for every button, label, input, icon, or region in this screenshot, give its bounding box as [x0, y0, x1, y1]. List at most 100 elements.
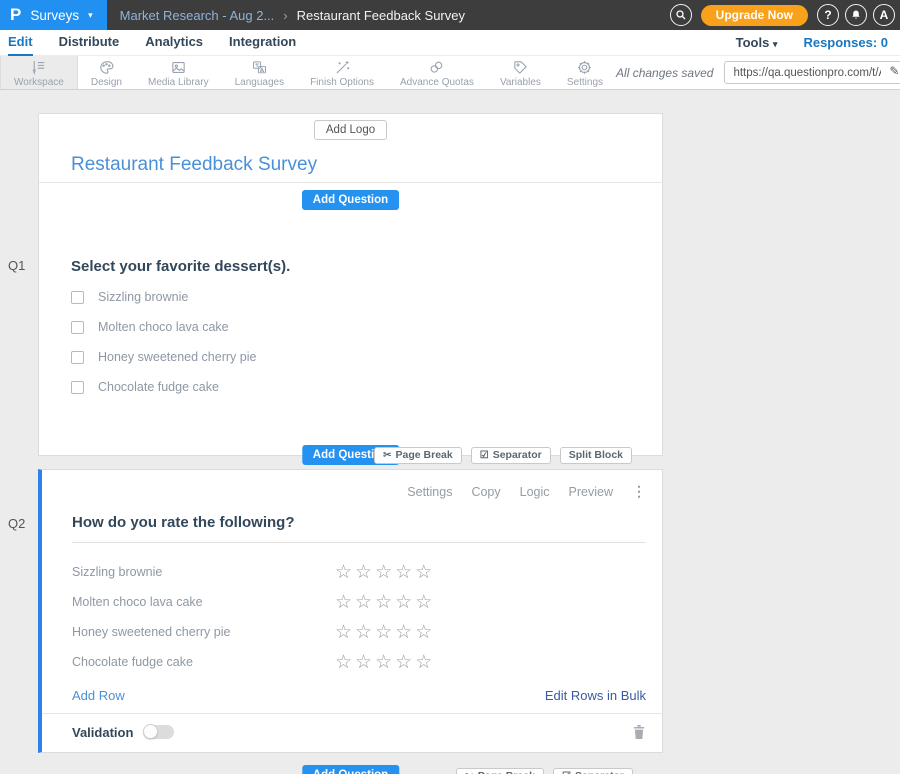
split-block-button[interactable]: Split Block	[560, 447, 632, 464]
toggle-knob	[143, 724, 158, 739]
rating-row: Molten choco lava cake ☆☆☆☆☆	[72, 587, 662, 617]
checkbox-icon[interactable]	[71, 351, 84, 364]
star-icon: ☆	[355, 563, 372, 582]
toolbar-right: All changes saved ✎ Preview	[616, 56, 900, 89]
account-avatar[interactable]: A	[873, 4, 895, 26]
add-row-link[interactable]: Add Row	[72, 688, 125, 703]
validation-label: Validation	[72, 725, 133, 740]
page-break-button[interactable]: ✂Page Break	[374, 447, 462, 464]
upgrade-now-button[interactable]: Upgrade Now	[701, 5, 808, 26]
star-icon: ☆	[375, 653, 392, 672]
toolbar-item-settings[interactable]: Settings	[554, 56, 616, 89]
separator-check-icon: ☑	[480, 450, 489, 461]
q1-option-row[interactable]: Chocolate fudge cake	[71, 372, 662, 402]
star-icon: ☆	[415, 593, 432, 612]
star-rating[interactable]: ☆☆☆☆☆	[335, 563, 432, 582]
q2-block-selected: Settings Copy Logic Preview ⋮ How do you…	[38, 469, 663, 753]
notifications-button[interactable]	[845, 4, 867, 26]
toolbar-item-languages[interactable]: Languages	[222, 56, 298, 89]
star-icon: ☆	[375, 563, 392, 582]
top-bar: P Surveys ▾ Market Research - Aug 2... ›…	[0, 0, 900, 30]
star-icon: ☆	[335, 653, 352, 672]
q1-option-row[interactable]: Molten choco lava cake	[71, 312, 662, 342]
star-icon: ☆	[335, 563, 352, 582]
star-icon: ☆	[355, 593, 372, 612]
q1-question-text[interactable]: Select your favorite dessert(s).	[71, 258, 662, 278]
q1-option-row[interactable]: Honey sweetened cherry pie	[71, 342, 662, 372]
tab-distribute[interactable]: Distribute	[59, 30, 120, 56]
q1-option-row[interactable]: Sizzling brownie	[71, 282, 662, 312]
star-icon: ☆	[335, 593, 352, 612]
save-status: All changes saved	[616, 66, 713, 80]
bell-icon	[850, 9, 862, 21]
toolbar-item-finish-options[interactable]: Finish Options	[297, 56, 387, 89]
trash-icon	[632, 724, 646, 740]
add-question-button-bottom[interactable]: Add Question	[302, 765, 399, 774]
q2-copy-link[interactable]: Copy	[471, 485, 500, 499]
avatar-initial: A	[880, 8, 889, 22]
survey-url-input[interactable]	[724, 61, 900, 84]
star-icon: ☆	[395, 593, 412, 612]
survey-title[interactable]: Restaurant Feedback Survey	[71, 154, 662, 180]
star-rating[interactable]: ☆☆☆☆☆	[335, 653, 432, 672]
toolbar-item-variables[interactable]: Variables	[487, 56, 554, 89]
block-boundary-controls-bottom: Add Question ✂Page Break ☑Separator	[38, 767, 663, 774]
tab-integration[interactable]: Integration	[229, 30, 296, 56]
checkbox-icon[interactable]	[71, 321, 84, 334]
question-number-q1: Q1	[8, 258, 25, 273]
breadcrumb: Market Research - Aug 2... › Restaurant …	[120, 8, 465, 23]
edit-url-pencil-icon[interactable]: ✎	[889, 64, 899, 78]
page-break-button[interactable]: ✂Page Break	[456, 768, 544, 774]
add-question-button-top[interactable]: Add Question	[302, 190, 399, 210]
tools-dropdown[interactable]: Tools ▾	[736, 35, 778, 50]
delete-question-button[interactable]	[632, 724, 646, 740]
checkbox-icon[interactable]	[71, 381, 84, 394]
breadcrumb-survey-name: Restaurant Feedback Survey	[297, 8, 465, 23]
tab-row: Edit Distribute Analytics Integration To…	[0, 30, 900, 56]
tab-analytics[interactable]: Analytics	[145, 30, 203, 56]
kebab-menu-icon[interactable]: ⋮	[632, 483, 646, 500]
rating-row: Chocolate fudge cake ☆☆☆☆☆	[72, 647, 662, 677]
breadcrumb-folder[interactable]: Market Research - Aug 2...	[120, 8, 275, 23]
edit-rows-in-bulk-link[interactable]: Edit Rows in Bulk	[545, 688, 646, 703]
star-rating[interactable]: ☆☆☆☆☆	[335, 593, 432, 612]
questionpro-logo-icon: P	[10, 5, 21, 25]
separator-button[interactable]: ☑Separator	[553, 768, 633, 774]
separator-check-icon: ☑	[562, 771, 571, 774]
survey-editor-canvas: Q1 Q2 Add Logo Restaurant Feedback Surve…	[0, 90, 900, 774]
chain-links-icon	[427, 59, 446, 76]
checkbox-icon[interactable]	[71, 291, 84, 304]
separator-button[interactable]: ☑Separator	[471, 447, 551, 464]
q2-settings-link[interactable]: Settings	[407, 485, 452, 499]
tab-edit[interactable]: Edit	[8, 30, 33, 56]
responses-count[interactable]: Responses: 0	[803, 35, 888, 50]
help-button[interactable]: ?	[817, 4, 839, 26]
rating-row: Sizzling brownie ☆☆☆☆☆	[72, 557, 662, 587]
search-button[interactable]	[670, 4, 692, 26]
toolbar-item-workspace[interactable]: Workspace	[0, 56, 78, 89]
add-logo-button[interactable]: Add Logo	[314, 120, 387, 140]
toolbar-item-advance-quotas[interactable]: Advance Quotas	[387, 56, 487, 89]
star-icon: ☆	[375, 593, 392, 612]
star-icon: ☆	[375, 623, 392, 642]
palette-icon	[97, 59, 116, 76]
q2-question-text[interactable]: How do you rate the following?	[72, 514, 646, 531]
q2-preview-link[interactable]: Preview	[569, 485, 613, 499]
chevron-down-icon: ▾	[88, 10, 93, 21]
toolbar-item-media-library[interactable]: Media Library	[135, 56, 222, 89]
q2-rating-rows: Sizzling brownie ☆☆☆☆☆ Molten choco lava…	[72, 557, 662, 677]
q2-logic-link[interactable]: Logic	[520, 485, 550, 499]
scissors-icon: ✂	[383, 450, 391, 461]
rating-row: Honey sweetened cherry pie ☆☆☆☆☆	[72, 617, 662, 647]
question-mark-icon: ?	[824, 8, 831, 22]
star-icon: ☆	[355, 653, 372, 672]
breadcrumb-separator-icon: ›	[283, 8, 287, 23]
block-boundary-controls: Add Question ✂Page Break ☑Separator Spli…	[39, 445, 662, 465]
toolbar-item-design[interactable]: Design	[78, 56, 135, 89]
validation-toggle[interactable]	[143, 725, 174, 739]
topbar-actions: Upgrade Now ? A	[670, 4, 900, 26]
q2-action-menu: Settings Copy Logic Preview ⋮	[42, 470, 662, 500]
star-rating[interactable]: ☆☆☆☆☆	[335, 623, 432, 642]
image-icon	[169, 59, 188, 76]
surveys-menu[interactable]: P Surveys ▾	[0, 0, 107, 30]
